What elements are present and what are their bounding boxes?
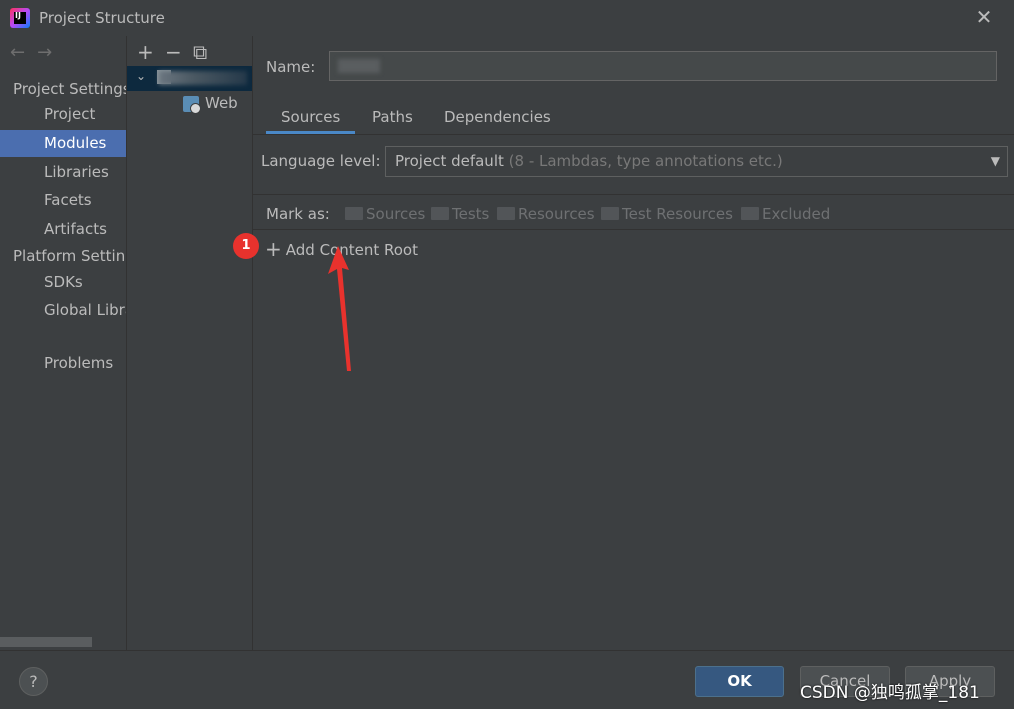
divider xyxy=(253,194,1014,195)
sidebar-item-sdks[interactable]: SDKs xyxy=(0,269,126,296)
sidebar-horizontal-scrollbar[interactable] xyxy=(0,637,92,647)
language-level-label: Language level: xyxy=(261,152,381,170)
mark-as-label: Mark as: xyxy=(266,205,330,223)
name-input[interactable] xyxy=(329,51,997,81)
intellij-app-icon: IJ xyxy=(10,8,30,28)
add-icon[interactable]: + xyxy=(137,40,165,64)
ok-button[interactable]: OK xyxy=(695,666,784,697)
forward-arrow-icon[interactable]: → xyxy=(37,42,52,63)
mark-resources-button[interactable]: Resources xyxy=(497,205,595,223)
tab-divider xyxy=(253,134,1014,135)
help-button[interactable]: ? xyxy=(19,667,48,696)
tree-row-module[interactable]: ⌄ xyxy=(127,66,252,91)
module-tree-panel: + − ⧉ ⌄ Web xyxy=(126,36,253,650)
dialog-button-bar: ? OK Cancel Apply CSDN @独鸣孤掌_181 xyxy=(0,650,1014,709)
mark-tests-button[interactable]: Tests xyxy=(431,205,489,223)
resources-folder-icon xyxy=(497,207,515,220)
close-icon[interactable]: ✕ xyxy=(973,6,995,28)
test-resources-folder-icon xyxy=(601,207,619,220)
watermark: CSDN @独鸣孤掌_181 xyxy=(800,683,980,703)
project-settings-header: Project Settings xyxy=(13,80,126,98)
mark-sources-button[interactable]: Sources xyxy=(345,205,425,223)
divider xyxy=(253,229,1014,230)
tab-sources[interactable]: Sources xyxy=(266,102,356,134)
annotation-badge: 1 xyxy=(233,233,259,259)
mark-excluded-button[interactable]: Excluded xyxy=(741,205,830,223)
mark-tests-label: Tests xyxy=(452,205,490,223)
sidebar-item-artifacts[interactable]: Artifacts xyxy=(0,216,126,243)
nav-arrows: ← → xyxy=(10,42,64,63)
module-settings-panel: Name: Sources Paths Dependencies Languag… xyxy=(233,36,1014,650)
annotation-arrow-shape xyxy=(328,246,351,371)
sidebar-item-libraries[interactable]: Libraries xyxy=(0,159,126,186)
mark-test-resources-label: Test Resources xyxy=(622,205,733,223)
window-title: Project Structure xyxy=(39,9,165,27)
remove-icon[interactable]: − xyxy=(165,40,193,64)
sources-folder-icon xyxy=(345,207,363,220)
redacted-module-name xyxy=(159,71,247,85)
tree-row-label: Web xyxy=(205,94,238,112)
tree-toolbar: + − ⧉ xyxy=(137,40,221,64)
language-level-select[interactable]: Project default (8 - Lambdas, type annot… xyxy=(385,146,1008,177)
mark-test-resources-button[interactable]: Test Resources xyxy=(601,205,733,223)
name-label: Name: xyxy=(266,58,316,76)
excluded-folder-icon xyxy=(741,207,759,220)
mark-sources-label: Sources xyxy=(366,205,426,223)
sidebar-item-facets[interactable]: Facets xyxy=(0,187,126,214)
plus-icon: + xyxy=(265,237,282,261)
settings-sidebar: ← → Project Settings Project Modules Libr… xyxy=(0,36,126,650)
sidebar-item-project[interactable]: Project xyxy=(0,101,126,128)
mark-excluded-label: Excluded xyxy=(762,205,831,223)
chevron-down-icon[interactable]: ⌄ xyxy=(136,69,146,83)
sidebar-item-problems[interactable]: Problems xyxy=(0,350,126,377)
annotation-arrow xyxy=(328,246,351,371)
language-level-hint: (8 - Lambdas, type annotations etc.) xyxy=(508,152,783,170)
web-facet-icon xyxy=(183,96,201,114)
tab-paths[interactable]: Paths xyxy=(357,102,428,134)
copy-icon[interactable]: ⧉ xyxy=(193,40,221,64)
mark-resources-label: Resources xyxy=(518,205,595,223)
redacted-name-value xyxy=(338,59,380,73)
back-arrow-icon[interactable]: ← xyxy=(10,42,25,63)
language-level-value: Project default xyxy=(395,152,504,170)
sidebar-item-modules[interactable]: Modules xyxy=(0,130,126,157)
sidebar-item-global-libraries[interactable]: Global Libraries xyxy=(0,297,126,324)
tab-dependencies[interactable]: Dependencies xyxy=(429,102,566,134)
platform-settings-header: Platform Settings xyxy=(13,247,126,265)
tests-folder-icon xyxy=(431,207,449,220)
title-bar: IJ Project Structure ✕ xyxy=(0,0,1014,36)
dropdown-arrow-icon[interactable]: ▼ xyxy=(991,147,1000,176)
